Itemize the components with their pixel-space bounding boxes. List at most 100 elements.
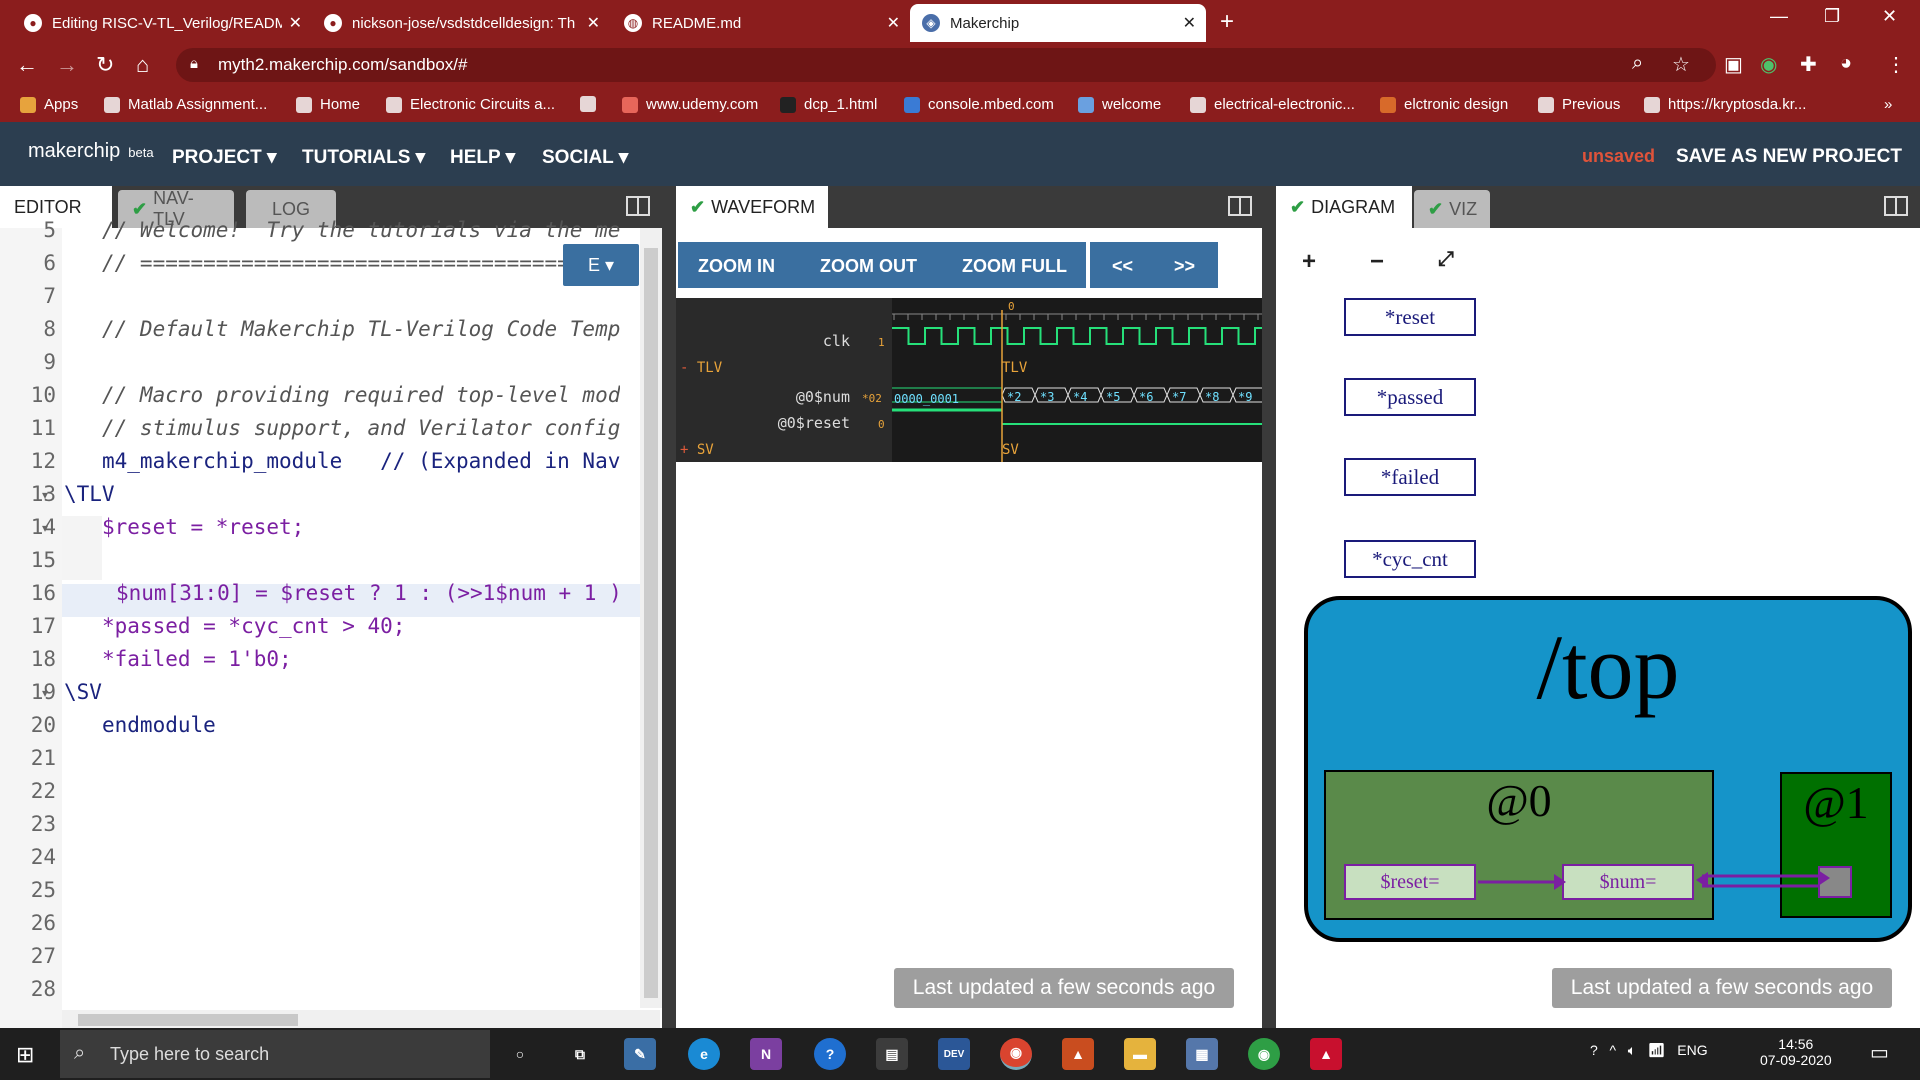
- app-icon[interactable]: ▦: [1186, 1038, 1218, 1070]
- code-line[interactable]: *failed = 1'b0;: [102, 647, 292, 671]
- code-line[interactable]: *passed = *cyc_cnt > 40;: [102, 614, 405, 638]
- bookmark-item[interactable]: Electronic Circuits a...: [386, 96, 555, 113]
- bookmarks-overflow-icon[interactable]: »: [1884, 96, 1892, 113]
- bookmark-item[interactable]: Matlab Assignment...: [104, 96, 267, 113]
- zoom-in-icon[interactable]: +: [1302, 248, 1316, 276]
- new-tab-icon[interactable]: +: [1220, 8, 1234, 36]
- code-line[interactable]: endmodule: [102, 713, 216, 737]
- scroll-thumb[interactable]: [644, 248, 658, 998]
- language-indicator[interactable]: ENG: [1677, 1042, 1707, 1058]
- browser-tab-3[interactable]: ◍ README.md ✕: [612, 4, 910, 42]
- menu-help[interactable]: HELP ▾: [450, 146, 515, 169]
- tab-viz[interactable]: ✔ VIZ: [1414, 190, 1490, 228]
- zoom-full-button[interactable]: ZOOM FULL: [962, 256, 1067, 277]
- diagram-signal-failed[interactable]: *failed: [1344, 458, 1476, 496]
- close-window-icon[interactable]: ✕: [1882, 6, 1897, 27]
- bookmark-item[interactable]: electrical-electronic...: [1190, 96, 1355, 113]
- bookmark-item[interactable]: www.udemy.com: [622, 96, 758, 113]
- help-tray-icon[interactable]: ?: [1590, 1042, 1598, 1058]
- devcpp-icon[interactable]: DEV: [938, 1038, 970, 1070]
- editor-horizontal-scrollbar[interactable]: [62, 1010, 660, 1028]
- puzzle-icon[interactable]: ✚: [1800, 52, 1817, 77]
- fold-icon[interactable]: ▾: [42, 488, 48, 502]
- bookmark-item[interactable]: console.mbed.com: [904, 96, 1054, 113]
- grammarly-icon[interactable]: ◉: [1760, 52, 1777, 77]
- signal-clk[interactable]: clk: [736, 332, 850, 350]
- home-icon[interactable]: ⌂: [136, 52, 149, 78]
- code-line[interactable]: // Welcome! Try the tutorials via the me: [102, 218, 620, 242]
- bookmark-item[interactable]: elctronic design: [1380, 96, 1508, 113]
- url-text[interactable]: myth2.makerchip.com/sandbox/#: [218, 55, 467, 75]
- bookmark-item[interactable]: welcome: [1078, 96, 1161, 113]
- matlab-icon[interactable]: ▲: [1062, 1038, 1094, 1070]
- save-as-new-project-button[interactable]: SAVE AS NEW PROJECT: [1676, 146, 1902, 168]
- split-pane-icon[interactable]: [1884, 196, 1908, 216]
- pane-divider[interactable]: [662, 186, 676, 1028]
- star-icon[interactable]: ☆: [1672, 52, 1690, 77]
- onenote-icon[interactable]: N: [750, 1038, 782, 1070]
- menu-social[interactable]: SOCIAL ▾: [542, 146, 628, 169]
- code-line[interactable]: // ==================================: [102, 251, 570, 275]
- close-icon[interactable]: ✕: [587, 13, 600, 33]
- menu-dots-icon[interactable]: ⋮: [1886, 52, 1906, 77]
- node-reset[interactable]: $reset=: [1344, 864, 1476, 900]
- pane-divider[interactable]: [1262, 186, 1276, 1028]
- diagram-signal-passed[interactable]: *passed: [1344, 378, 1476, 416]
- paint-icon[interactable]: ✎: [624, 1038, 656, 1070]
- signal-num[interactable]: @0$num: [736, 388, 850, 406]
- back-icon[interactable]: ←: [16, 52, 38, 78]
- zoom-out-button[interactable]: ZOOM OUT: [820, 256, 917, 277]
- scroll-right-button[interactable]: >>: [1174, 256, 1195, 277]
- scope-tlv[interactable]: - TLV: [680, 360, 722, 376]
- scroll-thumb[interactable]: [78, 1014, 298, 1026]
- windows-start-icon[interactable]: ⊞: [16, 1042, 34, 1068]
- scope-sv[interactable]: + SV: [680, 442, 714, 458]
- reload-icon[interactable]: ↻: [96, 52, 114, 78]
- lock-icon[interactable]: 🔒︎: [190, 55, 198, 72]
- diagram-signal-reset[interactable]: *reset: [1344, 298, 1476, 336]
- restore-icon[interactable]: ❐: [1824, 6, 1840, 27]
- waveform-traces[interactable]: 0 clk 1 - TLV TLV @0$num *02 @0$reset 0 …: [676, 298, 1262, 462]
- minimize-icon[interactable]: —: [1770, 6, 1788, 27]
- fold-icon[interactable]: ▾: [42, 521, 48, 535]
- fold-icon[interactable]: ▾: [42, 686, 48, 700]
- code-line[interactable]: $reset = *reset;: [102, 515, 304, 539]
- code-line[interactable]: // Default Makerchip TL-Verilog Code Tem…: [102, 317, 620, 341]
- zoom-icon[interactable]: ⌕: [1632, 52, 1643, 75]
- makerchip-logo[interactable]: makerchip beta: [28, 140, 154, 163]
- fit-to-screen-icon[interactable]: ⤢: [1438, 248, 1454, 271]
- volume-icon[interactable]: 🔈︎: [1628, 1042, 1636, 1058]
- code-line[interactable]: \SV: [64, 680, 102, 704]
- split-pane-icon[interactable]: [626, 196, 650, 216]
- close-icon[interactable]: ✕: [1183, 13, 1196, 33]
- code-line[interactable]: // stimulus support, and Verilator confi…: [102, 416, 620, 440]
- store-icon[interactable]: ▤: [876, 1038, 908, 1070]
- help-icon[interactable]: ?: [814, 1038, 846, 1070]
- signal-reset[interactable]: @0$reset: [726, 414, 850, 432]
- extension-icon[interactable]: ▣: [1724, 52, 1743, 77]
- code-line[interactable]: m4_makerchip_module // (Expanded in Nav: [102, 449, 620, 473]
- code-line[interactable]: $num[31:0] = $reset ? 1 : (>>1$num + 1 ): [116, 581, 622, 605]
- task-view-icon[interactable]: ⧉: [564, 1038, 596, 1070]
- editor-mode-dropdown[interactable]: E ▾: [563, 244, 639, 286]
- chevron-up-icon[interactable]: ^: [1609, 1042, 1616, 1058]
- code-line[interactable]: // Macro providing required top-level mo…: [102, 383, 620, 407]
- close-icon[interactable]: ✕: [289, 13, 302, 33]
- zoom-in-button[interactable]: ZOOM IN: [698, 256, 775, 277]
- scroll-left-button[interactable]: <<: [1112, 256, 1133, 277]
- menu-project[interactable]: PROJECT ▾: [172, 146, 277, 169]
- chrome-profile-icon[interactable]: ◉: [1248, 1038, 1280, 1070]
- acrobat-icon[interactable]: ▲: [1310, 1038, 1342, 1070]
- diagram-signal-cyc-cnt[interactable]: *cyc_cnt: [1344, 540, 1476, 578]
- bookmark-item[interactable]: [580, 96, 604, 112]
- browser-tab-2[interactable]: ● nickson-jose/vsdstdcelldesign: Th ✕: [312, 4, 610, 42]
- cortana-icon[interactable]: ○: [504, 1038, 536, 1070]
- wifi-icon[interactable]: 📶︎: [1648, 1042, 1666, 1058]
- split-pane-icon[interactable]: [1228, 196, 1252, 216]
- bookmark-item[interactable]: dcp_1.html: [780, 96, 877, 113]
- bookmark-item[interactable]: https://kryptosda.kr...: [1644, 96, 1806, 113]
- browser-tab-4[interactable]: ◈ Makerchip ✕: [910, 4, 1206, 42]
- file-explorer-icon[interactable]: ▬: [1124, 1038, 1156, 1070]
- menu-tutorials[interactable]: TUTORIALS ▾: [302, 146, 425, 169]
- forward-icon[interactable]: →: [56, 52, 78, 78]
